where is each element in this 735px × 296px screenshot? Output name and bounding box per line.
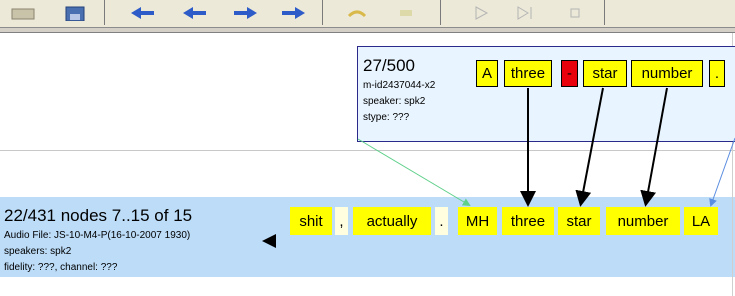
- link-star: [575, 87, 604, 207]
- link-blue: [709, 137, 735, 207]
- link-number: [640, 87, 668, 207]
- alignment-links: [357, 87, 735, 207]
- link-green: [357, 138, 471, 207]
